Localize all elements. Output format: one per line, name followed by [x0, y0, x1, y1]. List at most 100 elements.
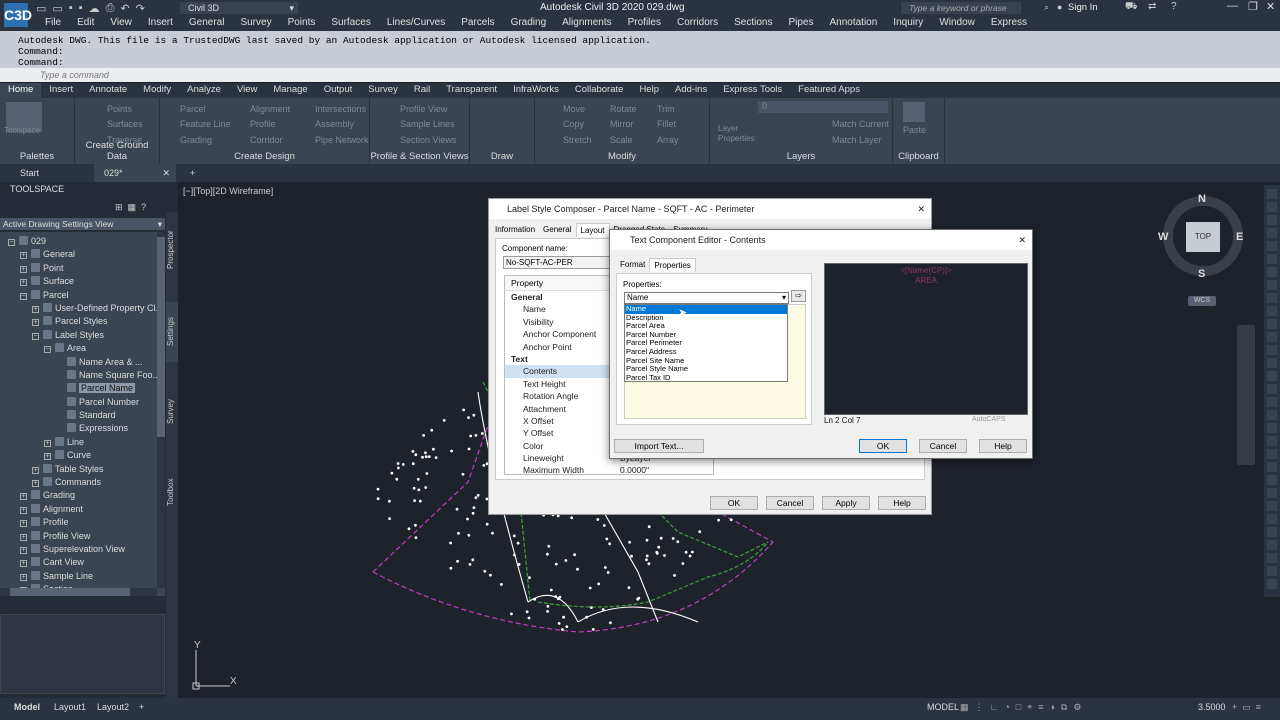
new-icon[interactable]: ▭ — [36, 2, 46, 15]
property-value[interactable]: 0.0000" — [620, 464, 649, 476]
tree-node[interactable]: − Area — [0, 342, 157, 355]
tree-node[interactable]: Name Square Foo... — [0, 369, 157, 382]
tree-node[interactable]: + Curve — [0, 449, 157, 462]
tab-layout[interactable]: Layout — [575, 223, 610, 237]
tab-information[interactable]: Information — [491, 223, 539, 237]
expand-toggle-icon[interactable]: + — [20, 546, 27, 554]
tab-model[interactable]: Model — [14, 702, 40, 712]
expand-toggle-icon[interactable]: + — [32, 305, 39, 313]
move-button[interactable]: Move — [563, 104, 585, 114]
tab-settings[interactable]: Settings — [166, 302, 178, 362]
lineweight-icon[interactable]: ≡ — [1038, 702, 1043, 713]
tool-icons[interactable] — [1267, 189, 1277, 589]
expand-toggle-icon[interactable]: + — [32, 466, 39, 474]
tree-node[interactable]: Name Area & ... — [0, 356, 157, 369]
osnap-icon[interactable]: □ — [1016, 702, 1021, 713]
view-dropdown[interactable]: Active Drawing Settings View ▾ — [0, 218, 165, 230]
navigation-bar[interactable] — [1237, 325, 1255, 465]
rotate-button[interactable]: Rotate — [610, 104, 637, 114]
tab-collaborate[interactable]: Collaborate — [567, 83, 632, 98]
wcs-menu[interactable]: WCS — [1188, 296, 1216, 306]
scale-button[interactable]: Scale — [610, 135, 633, 145]
annotation-scale-icon[interactable]: ⚙ — [1073, 702, 1081, 713]
profile-view-button[interactable]: Profile View — [400, 104, 447, 114]
tab-help[interactable]: Help — [631, 83, 667, 98]
tree-node[interactable]: + Parcel Styles — [0, 315, 157, 328]
menu-grading[interactable]: Grading — [503, 17, 555, 28]
sign-in-link[interactable]: Sign In — [1068, 2, 1098, 13]
expand-toggle-icon[interactable]: + — [20, 573, 27, 581]
match-layer-button[interactable]: Match Layer — [832, 135, 882, 145]
autocaps-toggle[interactable]: AutoCAPS — [972, 416, 1005, 423]
tab-modify[interactable]: Modify — [135, 83, 179, 98]
modify-label[interactable]: Modify — [535, 151, 709, 162]
design-label[interactable]: Create Design — [160, 151, 369, 162]
tab-properties[interactable]: Properties — [649, 258, 696, 272]
surfaces-button[interactable]: Surfaces — [107, 119, 143, 129]
save-as-icon[interactable]: ▪ — [79, 2, 83, 15]
sample-lines-button[interactable]: Sample Lines — [400, 119, 455, 129]
panel-icon[interactable]: ▦ — [128, 202, 137, 213]
tab-029[interactable]: 029* ✕ — [94, 164, 176, 182]
selection-cycling-icon[interactable]: ⧉ — [1061, 702, 1067, 713]
lsc-apply-button[interactable]: Apply — [822, 496, 870, 510]
alignment-button[interactable]: Alignment — [250, 104, 290, 114]
tab-layout2[interactable]: Layout2 — [97, 702, 129, 712]
menu-edit[interactable]: Edit — [69, 17, 102, 28]
menu-insert[interactable]: Insert — [140, 17, 181, 28]
import-text-button[interactable]: Import Text... — [614, 439, 704, 453]
tce-cancel-button[interactable]: Cancel — [919, 439, 967, 453]
tab-survey[interactable]: Survey — [360, 83, 406, 98]
tab-analyze[interactable]: Analyze — [179, 83, 229, 98]
menu-inquiry[interactable]: Inquiry — [885, 17, 931, 28]
app-logo[interactable]: C3D — [4, 3, 32, 27]
tab-infraworks[interactable]: InfraWorks — [505, 83, 567, 98]
tab-express-tools[interactable]: Express Tools — [715, 83, 790, 98]
search-input[interactable]: Type a keyword or phrase — [901, 2, 1021, 14]
pipe-network-button[interactable]: Pipe Network — [315, 135, 369, 145]
viewcube-top[interactable]: TOP — [1186, 222, 1220, 252]
layers-label[interactable]: Layers — [710, 151, 892, 162]
tree-node[interactable]: + Table Styles — [0, 463, 157, 476]
close-tab-icon[interactable]: ✕ — [162, 164, 170, 182]
expand-toggle-icon[interactable]: − — [8, 239, 15, 246]
points-button[interactable]: Points — [107, 104, 132, 114]
layer-dropdown[interactable]: 0 — [758, 101, 888, 113]
parcel-button[interactable]: Parcel — [180, 104, 206, 114]
stretch-button[interactable]: Stretch — [563, 135, 592, 145]
menu-icon[interactable]: ≡ — [1256, 702, 1261, 713]
ortho-icon[interactable]: ∟ — [990, 702, 999, 713]
expand-toggle-icon[interactable]: + — [20, 520, 27, 528]
compass-north[interactable]: N — [1198, 193, 1206, 205]
tce-ok-button[interactable]: OK — [859, 439, 907, 453]
menu-corridors[interactable]: Corridors — [669, 17, 726, 28]
fillet-button[interactable]: Fillet — [657, 119, 676, 129]
insert-property-icon[interactable]: ⇨ — [791, 290, 806, 302]
feature-line-button[interactable]: Feature Line — [180, 119, 231, 129]
command-input[interactable]: Type a command — [0, 68, 1280, 82]
tab-home[interactable]: Home — [0, 83, 42, 98]
tree-node[interactable]: Parcel Number — [0, 396, 157, 409]
corridor-button[interactable]: Corridor — [250, 135, 283, 145]
tab-add-ins[interactable]: Add-ins — [667, 83, 715, 98]
grid-icon[interactable]: ▦ — [960, 702, 969, 713]
match-current-button[interactable]: Match Current — [832, 119, 889, 129]
tree-node[interactable]: Standard — [0, 409, 157, 422]
grading-button[interactable]: Grading — [180, 135, 212, 145]
mirror-button[interactable]: Mirror — [610, 119, 634, 129]
model-space-toggle[interactable]: MODEL — [927, 702, 959, 712]
ground-label[interactable]: Create Ground Data — [75, 140, 159, 162]
tab-toolbox[interactable]: Toolbox — [166, 462, 178, 522]
tab-output[interactable]: Output — [316, 83, 361, 98]
expand-toggle-icon[interactable]: + — [20, 279, 27, 287]
expand-toggle-icon[interactable]: + — [20, 265, 27, 273]
tree-node[interactable]: + Grading — [0, 489, 157, 502]
text-editor-area[interactable]: <[Name(CP)]> AREA — [824, 263, 1028, 415]
copy-button[interactable]: Copy — [563, 119, 584, 129]
close-icon[interactable]: ✕ — [917, 199, 925, 219]
scroll-thumb[interactable] — [157, 237, 165, 437]
menu-view[interactable]: View — [102, 17, 140, 28]
add-layout-icon[interactable]: + — [139, 702, 144, 712]
tab-format[interactable]: Format — [616, 258, 649, 272]
menu-general[interactable]: General — [181, 17, 233, 28]
